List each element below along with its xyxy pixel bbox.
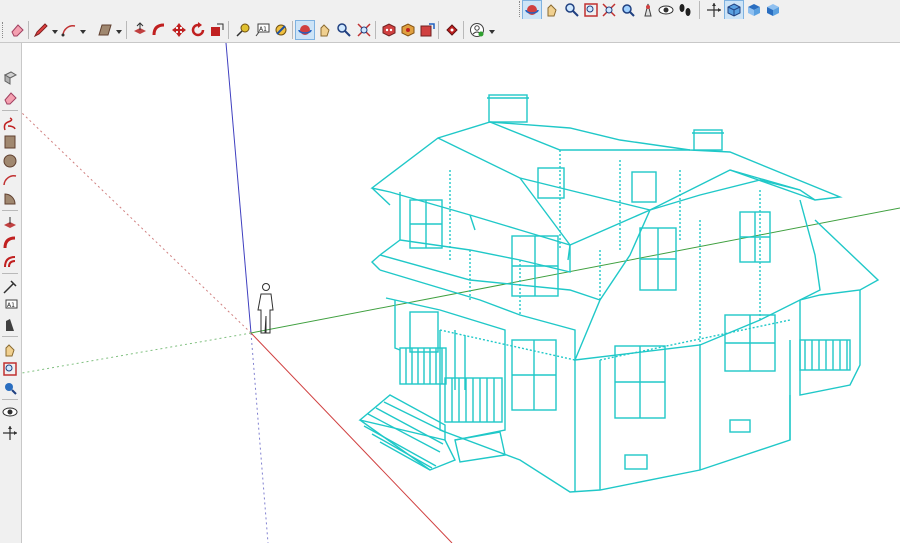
text-icon[interactable]: A1 bbox=[1, 297, 19, 315]
section-plane-icon[interactable] bbox=[1, 316, 19, 334]
look-around-icon[interactable] bbox=[657, 1, 675, 19]
pan-icon[interactable] bbox=[316, 21, 334, 39]
materials-icon[interactable] bbox=[399, 21, 417, 39]
move-icon[interactable] bbox=[170, 21, 188, 39]
walk-icon[interactable] bbox=[676, 1, 694, 19]
push-pull-icon[interactable] bbox=[131, 21, 149, 39]
offset-icon[interactable] bbox=[1, 253, 19, 271]
rectangle-icon[interactable] bbox=[96, 21, 114, 39]
circle-icon[interactable] bbox=[1, 152, 19, 170]
toolbar-separator bbox=[699, 1, 700, 19]
look-around-icon[interactable] bbox=[1, 403, 19, 421]
push-pull-icon[interactable] bbox=[1, 215, 19, 233]
top-view-icon[interactable] bbox=[745, 1, 763, 19]
toolbar-separator bbox=[2, 399, 18, 400]
zoom-window-icon[interactable] bbox=[582, 1, 600, 19]
pan-icon[interactable] bbox=[543, 1, 561, 19]
rectangle-icon[interactable] bbox=[1, 133, 19, 151]
toolbar-separator bbox=[2, 336, 18, 337]
protractor-icon[interactable] bbox=[272, 21, 290, 39]
scale-figure-icon bbox=[257, 283, 274, 334]
toolbar-grip[interactable] bbox=[519, 1, 522, 17]
toolbar-separator bbox=[2, 110, 18, 111]
position-camera-icon[interactable] bbox=[639, 1, 657, 19]
zoom-tool-icon[interactable] bbox=[335, 21, 353, 39]
toolbar-separator bbox=[2, 210, 18, 211]
arc-icon[interactable] bbox=[60, 21, 78, 39]
main-toolbar: A1 bbox=[0, 19, 900, 43]
user-account-icon[interactable] bbox=[468, 21, 486, 39]
rotate-icon[interactable] bbox=[189, 21, 207, 39]
rectangle-dropdown-arrow[interactable] bbox=[116, 30, 122, 34]
pencil-icon[interactable] bbox=[32, 21, 50, 39]
toolbar-separator bbox=[463, 21, 464, 39]
model-viewport[interactable] bbox=[22, 43, 900, 543]
text-icon[interactable]: A1 bbox=[253, 21, 271, 39]
freehand-icon[interactable] bbox=[1, 115, 19, 133]
arc-icon[interactable] bbox=[1, 171, 19, 189]
user-account-dropdown-arrow[interactable] bbox=[489, 30, 495, 34]
blue-axis bbox=[225, 43, 252, 334]
tape-measure-icon[interactable] bbox=[234, 21, 252, 39]
red-axis bbox=[250, 332, 453, 543]
iso-view-icon[interactable] bbox=[724, 0, 744, 20]
zoom-icon[interactable] bbox=[563, 1, 581, 19]
blue-axis-negative bbox=[250, 332, 269, 543]
toolbar-separator bbox=[228, 21, 229, 39]
green-axis bbox=[250, 207, 900, 334]
orbit-icon[interactable] bbox=[522, 0, 542, 20]
toolbar-separator bbox=[28, 21, 29, 39]
select-icon[interactable] bbox=[1, 69, 19, 87]
front-view-icon[interactable] bbox=[764, 1, 782, 19]
pie-icon[interactable] bbox=[1, 190, 19, 208]
green-axis-negative bbox=[22, 332, 252, 374]
axes-icon[interactable] bbox=[705, 1, 723, 19]
scale-icon[interactable] bbox=[208, 21, 226, 39]
red-axis-negative bbox=[22, 112, 252, 334]
svg-text:A1: A1 bbox=[259, 26, 267, 33]
eraser-icon[interactable] bbox=[8, 21, 26, 39]
eraser-icon[interactable] bbox=[1, 89, 19, 107]
follow-me-icon[interactable] bbox=[1, 234, 19, 252]
left-toolbar: A1 bbox=[0, 43, 22, 543]
arc-dropdown-arrow[interactable] bbox=[80, 30, 86, 34]
components-icon[interactable] bbox=[380, 21, 398, 39]
zoom-window-icon[interactable] bbox=[1, 360, 19, 378]
extension-icon[interactable] bbox=[443, 21, 461, 39]
walk-icon[interactable] bbox=[1, 424, 19, 442]
toolbar-separator bbox=[375, 21, 376, 39]
svg-text:A1: A1 bbox=[7, 302, 15, 309]
orbit-icon[interactable] bbox=[295, 20, 315, 40]
toolbar-separator bbox=[292, 21, 293, 39]
zoom-extents-tool-icon[interactable] bbox=[355, 21, 373, 39]
position-camera-icon[interactable] bbox=[1, 379, 19, 397]
orbit-icon[interactable] bbox=[1, 341, 19, 359]
zoom-extents-icon[interactable] bbox=[600, 1, 618, 19]
previous-view-icon[interactable] bbox=[619, 1, 637, 19]
toolbar-separator bbox=[438, 21, 439, 39]
toolbar-grip[interactable] bbox=[2, 22, 5, 38]
warehouse-icon[interactable] bbox=[418, 21, 436, 39]
scene-canvas[interactable] bbox=[22, 43, 900, 543]
house-wireframe-model[interactable] bbox=[358, 94, 880, 493]
camera-toolbar bbox=[0, 0, 900, 20]
pencil-dropdown-arrow[interactable] bbox=[52, 30, 58, 34]
follow-me-icon[interactable] bbox=[150, 21, 168, 39]
toolbar-separator bbox=[2, 273, 18, 274]
tape-measure-icon[interactable] bbox=[1, 278, 19, 296]
toolbar-separator bbox=[126, 21, 127, 39]
